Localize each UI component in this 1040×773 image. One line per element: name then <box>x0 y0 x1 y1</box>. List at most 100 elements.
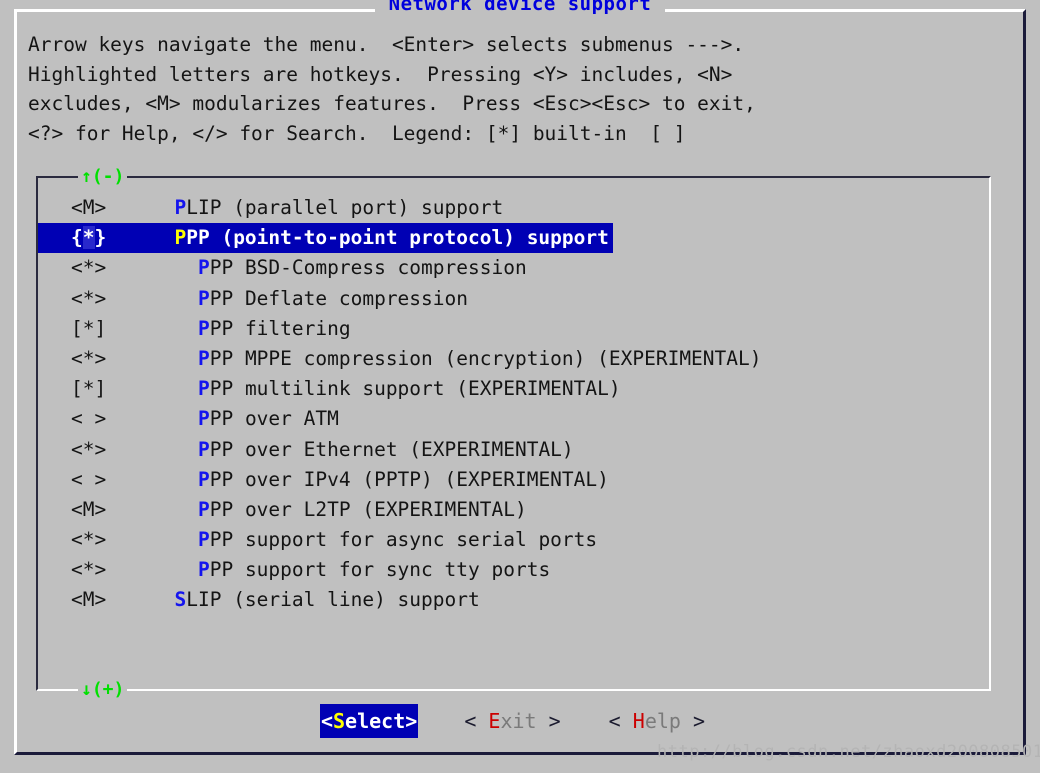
button-hotkey: S <box>333 709 345 733</box>
menu-item-hotkey: P <box>198 347 210 370</box>
menu-item-row[interactable]: < > PPP over IPv4 (PPTP) (EXPERIMENTAL) <box>38 465 989 495</box>
menu-item-label: PP filtering <box>210 317 351 340</box>
button-label: elp <box>645 709 681 733</box>
selection-highlight: {*} PPP (point-to-point protocol) suppor… <box>38 223 613 253</box>
menu-item-hotkey: P <box>198 438 210 461</box>
menu-item-row[interactable]: <*> PPP BSD-Compress compression <box>38 253 989 283</box>
select-button[interactable]: <Select> <box>320 704 418 738</box>
menu-item-hotkey: P <box>198 468 210 491</box>
button-open-bracket: < <box>609 709 633 733</box>
menu-item-hotkey: P <box>198 256 210 279</box>
menu-item-marker: <*> <box>71 253 151 283</box>
help-line: Highlighted letters are hotkeys. Pressin… <box>28 60 1003 90</box>
menu-item-marker: <M> <box>71 495 151 525</box>
menu-item-label: PP Deflate compression <box>210 287 468 310</box>
menu-item-hotkey: P <box>174 226 186 249</box>
help-legend-text: Arrow keys navigate the menu. <Enter> se… <box>28 30 1003 148</box>
menu-item-marker: <*> <box>71 344 151 374</box>
menu-item-indent <box>151 374 198 404</box>
help-line: excludes, <M> modularizes features. Pres… <box>28 89 1003 119</box>
menu-item-row[interactable]: < > PPP over ATM <box>38 404 989 434</box>
menu-item-row[interactable]: <M> SLIP (serial line) support <box>38 585 989 615</box>
button-close-bracket: > <box>405 709 417 733</box>
menu-item-row[interactable]: [*] PPP filtering <box>38 314 989 344</box>
menu-item-label: PP (point-to-point protocol) support <box>186 226 609 249</box>
menu-item-indent <box>151 314 198 344</box>
button-open-bracket: < <box>464 709 488 733</box>
menu-item-indent <box>151 193 174 223</box>
menu-item-label: PP over L2TP (EXPERIMENTAL) <box>210 498 527 521</box>
dialog-title-bar: Network device support <box>17 0 1023 15</box>
menu-item-marker: {*} <box>71 223 151 253</box>
menu-item-label: PP over Ethernet (EXPERIMENTAL) <box>210 438 574 461</box>
menu-item-label: PP over IPv4 (PPTP) (EXPERIMENTAL) <box>210 468 609 491</box>
menu-item-row[interactable]: [*] PPP multilink support (EXPERIMENTAL) <box>38 374 989 404</box>
menu-item-row[interactable]: {*} PPP (point-to-point protocol) suppor… <box>38 223 989 253</box>
menu-item-label: PP support for sync tty ports <box>210 558 550 581</box>
menu-item-marker: <*> <box>71 284 151 314</box>
menu-item-indent <box>151 435 198 465</box>
button-bar: <Select>< Exit >< Help > <box>36 698 991 748</box>
menu-item-marker: <*> <box>71 435 151 465</box>
scroll-up-indicator[interactable]: ↑(-) <box>78 168 127 186</box>
menu-item-row[interactable]: <*> PPP support for async serial ports <box>38 525 989 555</box>
button-label: xit <box>500 709 536 733</box>
menu-item-marker: <*> <box>71 555 151 585</box>
menu-item-label: PP support for async serial ports <box>210 528 597 551</box>
menu-item-indent <box>151 223 174 253</box>
button-close-bracket: > <box>537 709 561 733</box>
menu-item-marker: <*> <box>71 525 151 555</box>
exit-button[interactable]: < Exit > <box>462 704 562 738</box>
cursor-cell: * <box>83 226 95 249</box>
menu-item-indent <box>151 465 198 495</box>
menu-item-row[interactable]: <*> PPP support for sync tty ports <box>38 555 989 585</box>
menu-item-hotkey: P <box>198 498 210 521</box>
menu-item-hotkey: P <box>198 317 210 340</box>
menu-item-indent <box>151 585 174 615</box>
menu-item-row[interactable]: <M> PPP over L2TP (EXPERIMENTAL) <box>38 495 989 525</box>
menu-item-indent <box>151 253 198 283</box>
menu-item-label: LIP (serial line) support <box>186 588 480 611</box>
menu-item-label: LIP (parallel port) support <box>186 196 503 219</box>
menu-item-marker: <M> <box>71 193 151 223</box>
menu-item-row[interactable]: <M> PLIP (parallel port) support <box>38 193 989 223</box>
help-line: Arrow keys navigate the menu. <Enter> se… <box>28 30 1003 60</box>
menu-item-row[interactable]: <*> PPP Deflate compression <box>38 284 989 314</box>
menu-item-indent <box>151 555 198 585</box>
menu-item-label: PP MPPE compression (encryption) (EXPERI… <box>210 347 762 370</box>
menu-item-indent <box>151 284 198 314</box>
button-open-bracket: < <box>321 709 333 733</box>
button-hotkey: E <box>488 709 500 733</box>
menu-item-hotkey: S <box>174 588 186 611</box>
menu-item-label: PP BSD-Compress compression <box>210 256 527 279</box>
menu-item-row[interactable]: <*> PPP over Ethernet (EXPERIMENTAL) <box>38 435 989 465</box>
scroll-down-indicator[interactable]: ↓(+) <box>78 681 127 699</box>
button-label: elect <box>345 709 405 733</box>
help-button[interactable]: < Help > <box>607 704 707 738</box>
menu-item-marker: <M> <box>71 585 151 615</box>
menu-item-label: PP multilink support (EXPERIMENTAL) <box>210 377 621 400</box>
menu-item-hotkey: P <box>198 407 210 430</box>
menu-item-indent <box>151 525 198 555</box>
menu-item-indent <box>151 344 198 374</box>
menu-item-marker: < > <box>71 404 151 434</box>
menu-item-marker: [*] <box>71 374 151 404</box>
menu-item-row[interactable]: <*> PPP MPPE compression (encryption) (E… <box>38 344 989 374</box>
menu-item-hotkey: P <box>198 377 210 400</box>
help-line: <?> for Help, </> for Search. Legend: [*… <box>28 119 1003 149</box>
button-hotkey: H <box>633 709 645 733</box>
menu-item-list: <M> PLIP (parallel port) support{*} PPP … <box>38 193 989 616</box>
menuconfig-dialog: Network device support Arrow keys naviga… <box>14 9 1026 755</box>
menu-item-marker: < > <box>71 465 151 495</box>
button-close-bracket: > <box>681 709 705 733</box>
menu-item-marker: [*] <box>71 314 151 344</box>
menu-list-box: ↑(-) <M> PLIP (parallel port) support{*}… <box>36 176 991 691</box>
menu-item-indent <box>151 495 198 525</box>
menu-item-hotkey: P <box>198 287 210 310</box>
watermark-text: http://blog.csdn.net/zhaoxd200808501 <box>657 744 1040 761</box>
menu-item-indent <box>151 404 198 434</box>
menu-item-hotkey: P <box>198 558 210 581</box>
menu-item-hotkey: P <box>174 196 186 219</box>
page-title: Network device support <box>375 0 666 15</box>
menu-item-hotkey: P <box>198 528 210 551</box>
